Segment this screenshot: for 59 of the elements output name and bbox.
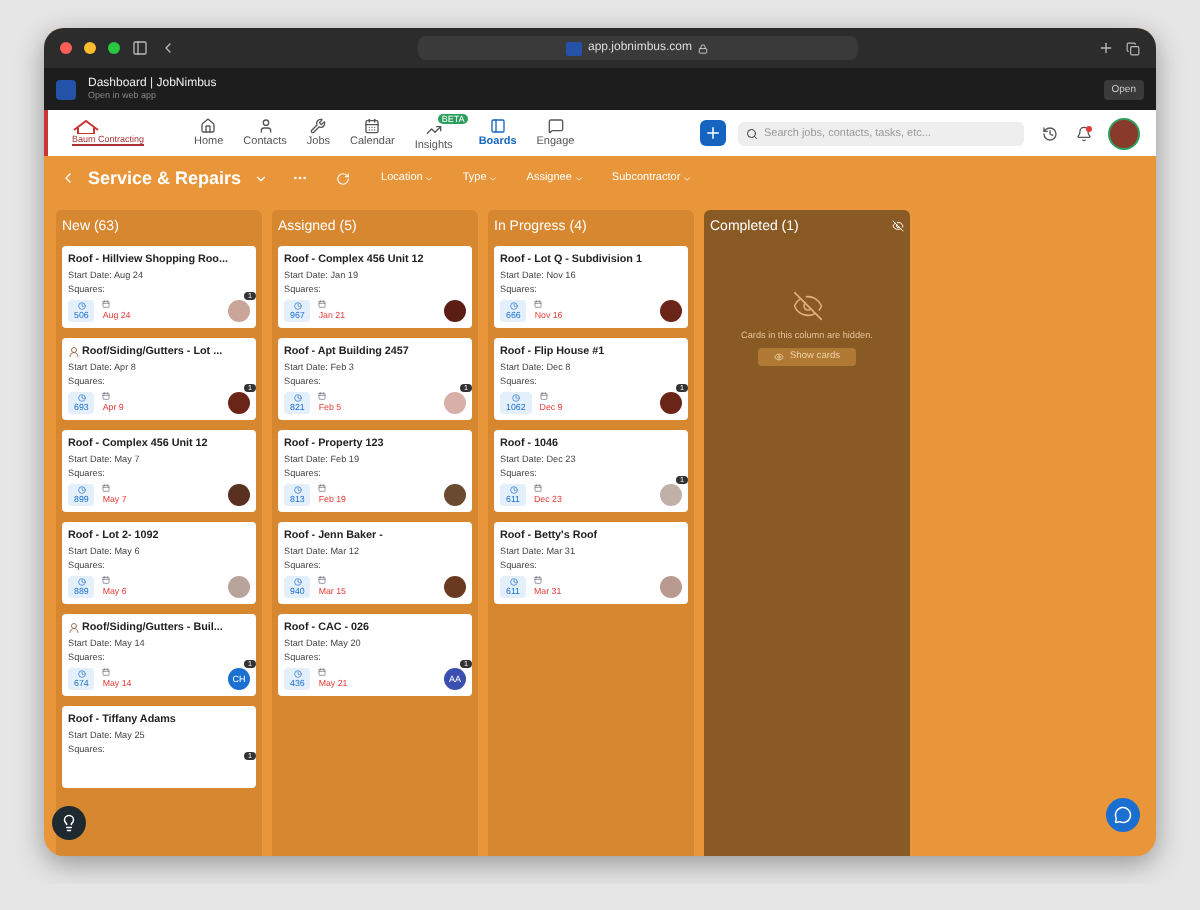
clock-icon bbox=[509, 486, 517, 494]
clock-icon bbox=[293, 670, 302, 678]
eye-off-icon bbox=[791, 290, 823, 322]
lightbulb-icon bbox=[60, 814, 78, 832]
wrench-icon bbox=[310, 118, 327, 134]
chat-icon bbox=[1114, 806, 1132, 824]
clock-icon bbox=[293, 578, 302, 586]
search-icon bbox=[746, 127, 758, 139]
clock-icon bbox=[511, 394, 520, 402]
calendar-icon bbox=[318, 300, 327, 308]
clock-icon bbox=[509, 578, 517, 586]
caret-icon bbox=[424, 173, 435, 183]
calendar-icon bbox=[534, 576, 542, 584]
new-tab-icon[interactable] bbox=[1098, 40, 1114, 56]
clock-icon bbox=[77, 486, 86, 494]
house-logo-icon bbox=[72, 120, 100, 134]
user-avatar[interactable] bbox=[1108, 117, 1140, 149]
person-icon bbox=[257, 118, 274, 134]
calendar-icon bbox=[318, 392, 327, 400]
add-button[interactable] bbox=[700, 120, 726, 146]
caret-icon bbox=[682, 173, 693, 183]
person-icon bbox=[68, 346, 80, 358]
tabs-icon[interactable] bbox=[1126, 41, 1140, 55]
calendar-icon bbox=[364, 118, 381, 134]
clock-icon bbox=[509, 302, 518, 310]
calendar-icon bbox=[102, 668, 111, 676]
person-icon bbox=[68, 622, 80, 634]
eye-icon bbox=[773, 352, 784, 362]
caret-icon bbox=[488, 173, 499, 183]
board-icon bbox=[489, 118, 506, 134]
chart-icon bbox=[425, 122, 442, 138]
history-icon[interactable] bbox=[1042, 125, 1058, 141]
calendar-icon bbox=[534, 300, 543, 308]
app-icon bbox=[56, 79, 76, 99]
home-icon bbox=[200, 118, 217, 134]
back-icon[interactable] bbox=[160, 40, 176, 56]
chat-icon bbox=[547, 118, 564, 134]
calendar-icon bbox=[102, 484, 111, 492]
bell-icon[interactable] bbox=[1076, 125, 1092, 141]
caret-icon bbox=[573, 173, 584, 183]
calendar-icon bbox=[102, 576, 111, 584]
clock-icon bbox=[77, 670, 86, 678]
clock-icon bbox=[293, 302, 302, 310]
calendar-icon bbox=[539, 392, 548, 400]
calendar-icon bbox=[102, 392, 111, 400]
clock-icon bbox=[77, 578, 86, 586]
chat-button[interactable] bbox=[1106, 798, 1140, 832]
clock-icon bbox=[77, 302, 86, 310]
clock-icon bbox=[77, 394, 86, 402]
sidebar-icon[interactable] bbox=[132, 40, 148, 56]
calendar-icon bbox=[318, 668, 327, 676]
calendar-icon bbox=[102, 300, 111, 308]
calendar-icon bbox=[318, 576, 327, 584]
calendar-icon bbox=[534, 484, 542, 492]
calendar-icon bbox=[318, 484, 327, 492]
clock-icon bbox=[293, 486, 302, 494]
eye-off-icon[interactable] bbox=[892, 220, 904, 232]
clock-icon bbox=[293, 394, 302, 402]
plus-icon bbox=[704, 124, 722, 142]
